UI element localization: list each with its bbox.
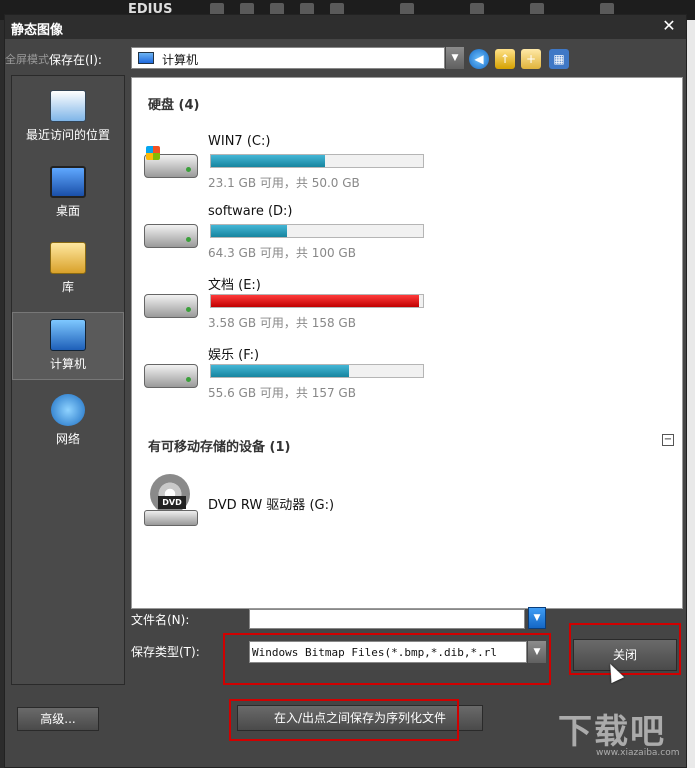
hard-drive-icon	[144, 224, 198, 248]
drive-usage-bar	[210, 364, 424, 378]
computer-icon	[50, 319, 86, 351]
drive-name: 娱乐 (F:)	[208, 348, 260, 363]
network-icon	[51, 394, 85, 426]
drive-space: 23.1 GB 可用，共 50.0 GB	[208, 176, 360, 190]
drive-space: 3.58 GB 可用，共 158 GB	[208, 316, 356, 330]
back-icon[interactable]: ◀	[469, 49, 489, 69]
dialog-title: 静态图像	[11, 23, 64, 38]
drive-usage-fill	[211, 365, 349, 377]
drive-name: software (D:)	[208, 204, 293, 219]
drive-usage-bar	[210, 294, 424, 308]
libraries-icon	[50, 242, 86, 274]
background-mode-hint: 全屏模式	[5, 53, 49, 66]
advanced-button[interactable]: 高级...	[17, 707, 99, 731]
drive-usage-fill	[211, 295, 419, 307]
filetype-value: Windows Bitmap Files(*.bmp,*.dib,*.rl	[252, 646, 498, 659]
place-desktop[interactable]: 桌面	[12, 160, 124, 228]
place-label: 桌面	[55, 204, 80, 218]
place-label: 网络	[55, 432, 80, 446]
drive-item[interactable]: 文档 (E:) 3.58 GB 可用，共 158 GB	[142, 272, 432, 336]
dvd-drive-icon	[144, 510, 198, 526]
drive-name: 文档 (E:)	[208, 278, 261, 293]
place-label: 库	[61, 280, 74, 294]
view-menu-icon[interactable]: ▦	[549, 49, 569, 69]
dvd-badge: DVD	[158, 496, 186, 509]
drive-name: WIN7 (C:)	[208, 134, 271, 149]
hard-drive-icon	[144, 294, 198, 318]
chevron-down-icon[interactable]: ▼	[528, 607, 546, 629]
close-icon[interactable]: ✕	[656, 15, 682, 37]
chevron-down-icon[interactable]: ▼	[446, 47, 464, 69]
drive-usage-bar	[210, 224, 424, 238]
place-label: 计算机	[49, 357, 86, 371]
drive-usage-bar	[210, 154, 424, 168]
background-app-panel	[687, 20, 695, 768]
collapse-group-icon[interactable]: −	[662, 434, 674, 446]
drive-space: 64.3 GB 可用，共 100 GB	[208, 246, 356, 260]
windows-logo-icon	[146, 146, 160, 160]
filetype-label: 保存类型(T):	[131, 645, 200, 659]
dvd-drive-item[interactable]: DVD DVD RW 驱动器 (G:)	[142, 474, 402, 534]
save-still-image-dialog: 静态图像 ✕ 全屏模式 保存在(I): 计算机 ▼ ◀ ↑ + ▦ 最近访问的位…	[4, 14, 687, 768]
save-in-value: 计算机	[162, 53, 199, 67]
computer-icon	[138, 52, 154, 64]
drive-space: 55.6 GB 可用，共 157 GB	[208, 386, 356, 400]
chevron-down-icon[interactable]: ▼	[528, 641, 546, 663]
drive-usage-fill	[211, 155, 326, 167]
drive-item[interactable]: WIN7 (C:) 23.1 GB 可用，共 50.0 GB	[142, 132, 432, 196]
drive-usage-fill	[211, 225, 288, 237]
save-sequence-button[interactable]: 在入/出点之间保存为序列化文件	[237, 705, 483, 731]
save-in-label: 保存在(I):	[49, 53, 102, 67]
filename-label: 文件名(N):	[131, 613, 190, 627]
close-button[interactable]: 关闭	[573, 639, 677, 671]
new-folder-icon[interactable]: +	[521, 49, 541, 69]
save-in-dropdown[interactable]: 计算机 ▼	[131, 47, 464, 69]
place-network[interactable]: 网络	[12, 388, 124, 456]
places-bar: 最近访问的位置 桌面 库 计算机 网络	[11, 75, 125, 685]
place-libraries[interactable]: 库	[12, 236, 124, 304]
drive-name: DVD RW 驱动器 (G:)	[208, 498, 335, 513]
drive-item[interactable]: software (D:) 64.3 GB 可用，共 100 GB	[142, 202, 432, 266]
hard-drive-icon	[144, 364, 198, 388]
place-recent[interactable]: 最近访问的位置	[12, 84, 124, 152]
dialog-titlebar: 静态图像 ✕	[5, 15, 686, 39]
watermark-url: www.xiazaiba.com	[596, 748, 680, 758]
hard-disks-header: 硬盘 (4)	[148, 98, 200, 113]
filetype-dropdown[interactable]: Windows Bitmap Files(*.bmp,*.dib,*.rl ▼	[249, 641, 546, 663]
watermark-logo: 下载吧	[558, 712, 666, 752]
removable-devices-header: 有可移动存储的设备 (1)	[148, 440, 291, 455]
file-list-view[interactable]: 硬盘 (4) WIN7 (C:) 23.1 GB 可用，共 50.0 GB so…	[131, 77, 683, 609]
desktop-icon	[50, 166, 86, 198]
place-computer[interactable]: 计算机	[12, 312, 124, 380]
up-folder-icon[interactable]: ↑	[495, 49, 515, 69]
filename-input[interactable]	[249, 609, 525, 629]
recent-places-icon	[50, 90, 86, 122]
drive-item[interactable]: 娱乐 (F:) 55.6 GB 可用，共 157 GB	[142, 342, 432, 406]
place-label: 最近访问的位置	[25, 128, 110, 142]
